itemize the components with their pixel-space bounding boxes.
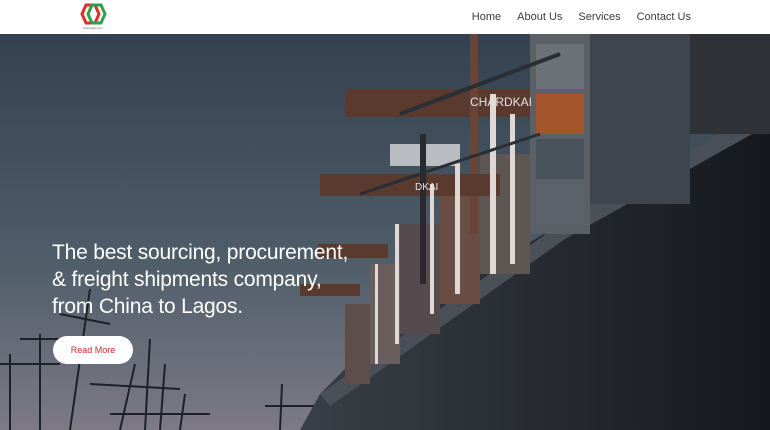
site-logo[interactable]: Ocimlogic.com (78, 3, 108, 32)
logo-wordmark: Ocimlogic.com (83, 26, 103, 30)
hero-section: CHARDKAI DKAI The best sourcing, procure… (0, 34, 770, 430)
read-more-button[interactable]: Read More (53, 336, 133, 364)
nav-home[interactable]: Home (472, 10, 501, 24)
hero-headline: The best sourcing, procurement, & freigh… (52, 239, 372, 320)
hero-background-image: CHARDKAI DKAI (0, 34, 770, 430)
headline-line-1: The best sourcing, procurement, (52, 241, 349, 264)
headline-line-2: & freight shipments company, (52, 268, 322, 291)
nav-contact-us[interactable]: Contact Us (637, 10, 691, 24)
headline-line-3: from China to Lagos. (52, 295, 243, 318)
nav-about-us[interactable]: About Us (517, 10, 562, 24)
site-header: Ocimlogic.com Home About Us Services Con… (0, 0, 770, 34)
main-nav: Home About Us Services Contact Us (472, 10, 691, 24)
crane-label-dkai: DKAI (415, 182, 438, 193)
crane-label-chardkai: CHARDKAI (470, 95, 532, 109)
nav-services[interactable]: Services (578, 10, 620, 24)
logo-icon (80, 3, 107, 25)
